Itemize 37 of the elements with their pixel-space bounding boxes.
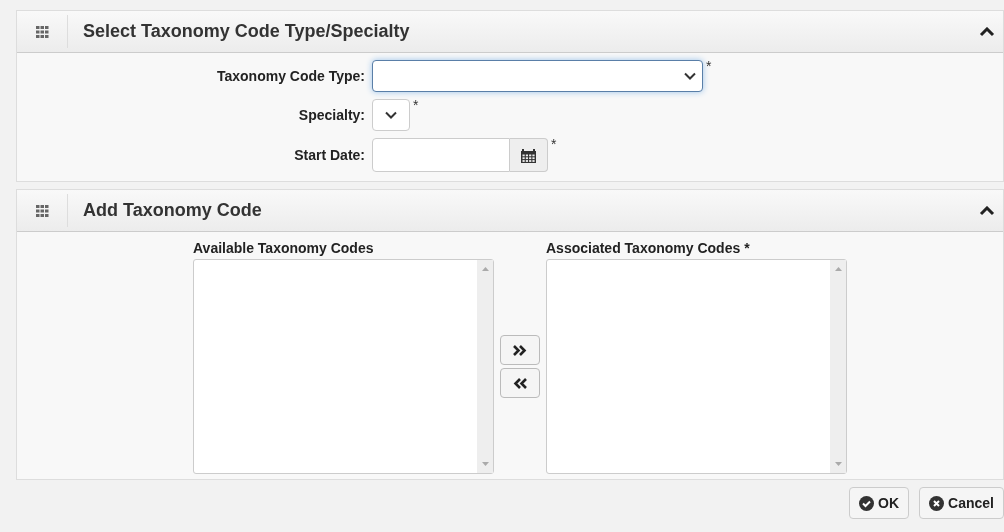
scroll-down-icon[interactable] xyxy=(834,462,842,467)
collapse-icon[interactable] xyxy=(979,205,995,216)
list-box[interactable] xyxy=(193,259,494,474)
field-label: Start Date: xyxy=(293,147,366,163)
collapse-icon[interactable] xyxy=(979,26,995,37)
double-right-icon xyxy=(513,344,527,356)
list-label: Associated Taxonomy Codes * xyxy=(546,240,751,258)
ok-button[interactable]: OK xyxy=(849,487,910,519)
required-mark: * xyxy=(413,97,419,113)
list-box[interactable] xyxy=(546,259,847,474)
grid-icon xyxy=(35,25,49,38)
required-mark: * xyxy=(551,136,557,152)
select-field[interactable] xyxy=(372,60,703,92)
scroll-up-icon[interactable] xyxy=(481,266,489,271)
calendar-icon xyxy=(521,147,536,163)
cancel-circle-icon xyxy=(929,495,945,511)
panel-title: Select Taxonomy Code Type/Specialty xyxy=(83,21,411,42)
move-right-button[interactable] xyxy=(500,335,540,365)
panel-title: Add Taxonomy Code xyxy=(83,200,263,221)
calendar-button[interactable] xyxy=(510,138,548,172)
double-left-icon xyxy=(513,377,527,389)
scrollbar[interactable] xyxy=(477,260,493,473)
grid-icon xyxy=(35,204,49,217)
check-circle-icon xyxy=(859,495,875,511)
scroll-up-icon[interactable] xyxy=(834,266,842,271)
dropdown-icon xyxy=(684,72,696,80)
cancel-button[interactable]: Cancel xyxy=(919,487,1004,519)
scroll-down-icon[interactable] xyxy=(481,462,489,467)
dropdown-icon xyxy=(385,111,397,119)
date-field[interactable] xyxy=(372,138,510,172)
field-label: Taxonomy Code Type: xyxy=(215,68,366,84)
field-label: Specialty: xyxy=(297,107,366,123)
scrollbar[interactable] xyxy=(830,260,846,473)
move-left-button[interactable] xyxy=(500,368,540,398)
required-mark: * xyxy=(706,58,712,74)
list-label: Available Taxonomy Codes xyxy=(193,240,375,258)
select-field[interactable] xyxy=(372,99,410,131)
